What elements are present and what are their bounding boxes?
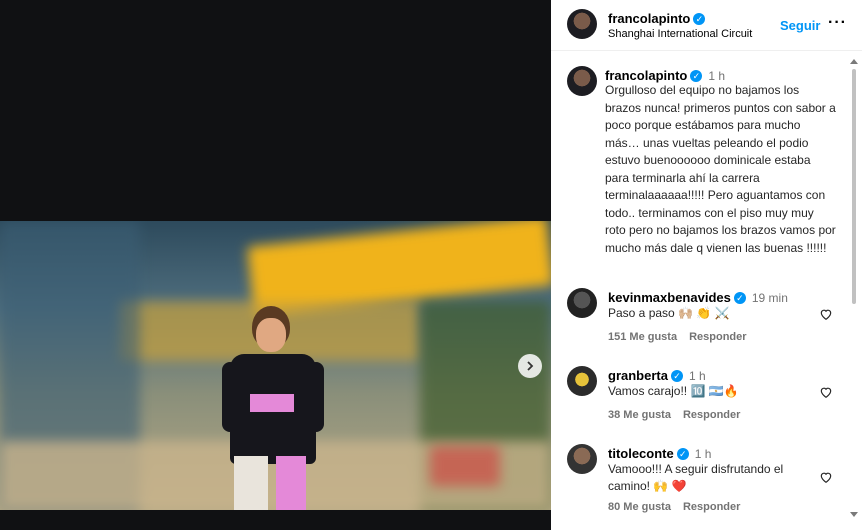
comment-meta: 38 Me gusta Responder [608, 409, 752, 421]
commenter-avatar[interactable] [567, 366, 597, 396]
post-photo [0, 221, 551, 510]
reply-button[interactable]: Responder [689, 331, 746, 343]
comment-text: Paso a paso 🙌🏼 👏 ⚔️ [608, 306, 730, 320]
comment-likes[interactable]: 38 Me gusta [608, 409, 671, 421]
author-username[interactable]: francolapinto [608, 11, 690, 26]
caption-time: 1 h [708, 69, 726, 83]
comment-text: Vamooo!!! A seguir disfrutando el camino… [608, 462, 784, 493]
comment-time: 1 h [688, 369, 706, 383]
scroll-up-icon[interactable] [850, 59, 858, 64]
comment-meta: 80 Me gusta Responder [608, 501, 752, 513]
comment-likes[interactable]: 80 Me gusta [608, 501, 671, 513]
post-sidebar: francolapinto ✓ Shanghai International Ci… [551, 0, 862, 530]
heart-icon[interactable] [819, 470, 833, 484]
comment-meta: 151 Me gusta Responder [608, 331, 759, 343]
commenter-avatar[interactable] [567, 444, 597, 474]
scrollbar-thumb[interactable] [852, 69, 856, 304]
verified-badge-icon: ✓ [733, 291, 746, 304]
caption-text: Orgulloso del equipo no bajamos los braz… [605, 83, 836, 255]
caption-username[interactable]: francolapinto [605, 68, 687, 83]
caption-avatar[interactable] [567, 66, 597, 96]
heart-icon[interactable] [819, 307, 833, 321]
verified-badge-icon: ✓ [690, 69, 703, 82]
follow-button[interactable]: Seguir [780, 18, 820, 33]
driver-figure [222, 306, 326, 510]
comment-username[interactable]: titoleconte [608, 446, 674, 461]
post-media-area [0, 0, 551, 530]
verified-badge-icon: ✓ [670, 369, 683, 382]
heart-icon[interactable] [819, 385, 833, 399]
comment-username[interactable]: kevinmaxbenavides [608, 290, 731, 305]
comment-time: 19 min [751, 291, 788, 305]
comment-username[interactable]: granberta [608, 368, 668, 383]
verified-badge-icon: ✓ [676, 447, 689, 460]
comments-scrollbar[interactable] [850, 59, 858, 517]
commenter-avatar[interactable] [567, 288, 597, 318]
author-avatar[interactable] [567, 9, 597, 39]
more-options-icon[interactable]: ··· [828, 14, 847, 32]
scroll-down-icon[interactable] [850, 512, 858, 517]
post-header: francolapinto ✓ Shanghai International Ci… [551, 0, 862, 51]
comment-time: 1 h [694, 447, 712, 461]
verified-badge-icon: ✓ [693, 12, 706, 25]
next-media-button[interactable] [518, 354, 542, 378]
reply-button[interactable]: Responder [683, 409, 740, 421]
reply-button[interactable]: Responder [683, 501, 740, 513]
chevron-right-icon [527, 361, 534, 371]
comment-likes[interactable]: 151 Me gusta [608, 331, 677, 343]
comment-text: Vamos carajo!! 🔟 🇦🇷🔥 [608, 384, 739, 398]
post-location[interactable]: Shanghai International Circuit [608, 28, 752, 40]
